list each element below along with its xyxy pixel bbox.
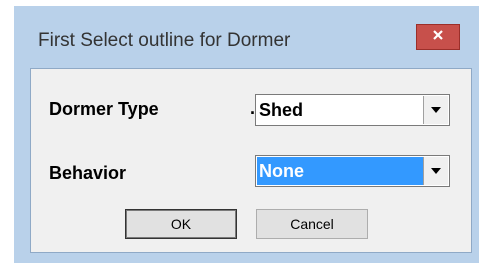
- background-left: [0, 0, 14, 263]
- behavior-value: None: [257, 157, 423, 185]
- close-button[interactable]: [416, 24, 460, 50]
- dormer-type-label: Dormer Type: [49, 99, 159, 119]
- dormer-type-value: Shed: [259, 100, 304, 120]
- chevron-down-icon: [431, 168, 441, 174]
- cancel-button[interactable]: Cancel: [256, 209, 368, 239]
- behavior-label: Behavior: [49, 163, 127, 183]
- title-bar[interactable]: First Select outline for Dormer: [14, 6, 479, 66]
- dialog-title: First Select outline for Dormer: [38, 30, 291, 51]
- ok-button[interactable]: OK: [125, 209, 237, 239]
- dormer-dialog: First Select outline for Dormer Dormer T…: [14, 6, 479, 263]
- chevron-down-icon: [431, 107, 441, 113]
- dialog-client-area: Dormer Type . Shed Behavior None OK Canc…: [30, 68, 472, 253]
- close-icon: [431, 28, 445, 47]
- behavior-select[interactable]: None: [255, 155, 450, 187]
- behavior-dropdown-button[interactable]: [423, 157, 448, 185]
- dormer-type-select[interactable]: Shed: [255, 94, 450, 126]
- dormer-type-dropdown-button[interactable]: [423, 96, 448, 124]
